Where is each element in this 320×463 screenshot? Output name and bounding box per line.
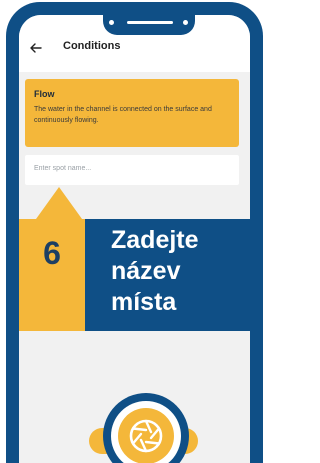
phone-screen: Conditions Flow The water in the channel… — [19, 15, 250, 463]
page-title: Conditions — [63, 40, 121, 52]
speaker-slot-icon — [127, 21, 173, 24]
spot-name-placeholder: Enter spot name... — [34, 165, 92, 172]
condition-card-description: The water in the channel is connected on… — [34, 106, 212, 124]
condition-card-title: Flow — [34, 89, 55, 99]
callout-pointer — [36, 187, 82, 219]
spot-name-input[interactable]: Enter spot name... — [25, 155, 239, 185]
notch-dot-icon — [109, 20, 114, 25]
notch-dot-icon — [183, 20, 188, 25]
phone-frame: Conditions Flow The water in the channel… — [6, 2, 263, 463]
step-number: 6 — [43, 235, 61, 271]
arrow-left-icon[interactable] — [29, 41, 43, 55]
step-callout-text: Zadejte název místa — [111, 226, 199, 316]
camera-aperture-icon[interactable] — [128, 418, 164, 454]
condition-card[interactable]: Flow The water in the channel is connect… — [25, 79, 239, 147]
phone-notch — [103, 15, 195, 35]
